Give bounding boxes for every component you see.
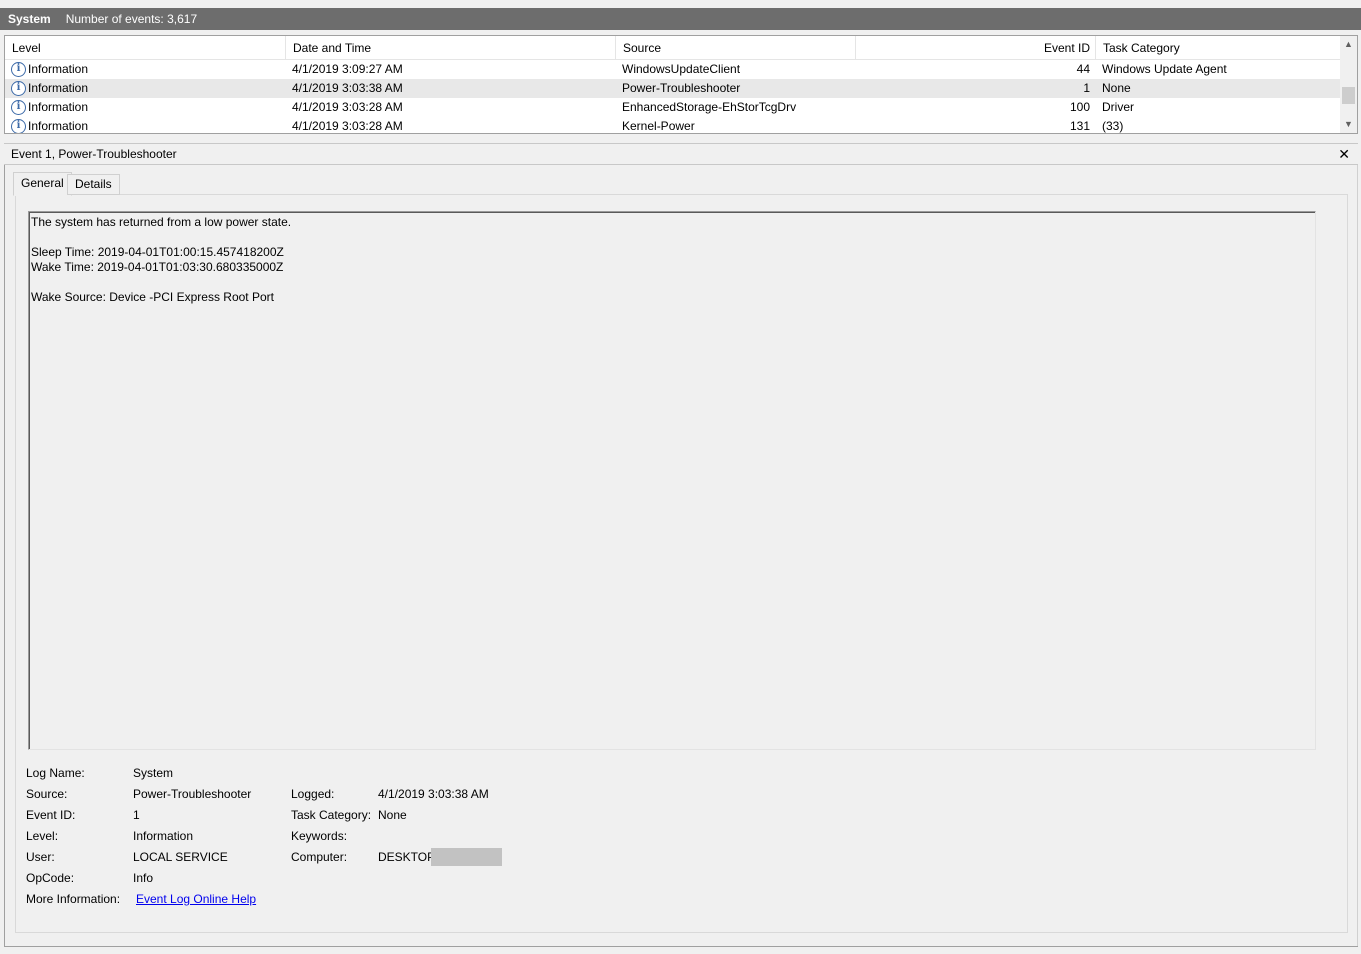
- information-icon: i: [11, 119, 26, 133]
- level-label: Level:: [26, 829, 59, 843]
- source-label: Source:: [26, 787, 68, 801]
- event-source: WindowsUpdateClient: [622, 62, 741, 76]
- event-datetime: 4/1/2019 3:03:28 AM: [292, 119, 403, 133]
- event-source: Power-Troubleshooter: [622, 81, 741, 95]
- computer-label: Computer:: [291, 850, 348, 864]
- event-id: 131: [1069, 119, 1090, 133]
- event-datetime: 4/1/2019 3:03:38 AM: [292, 81, 403, 95]
- opcode-label: OpCode:: [26, 871, 75, 885]
- event-id: 100: [1069, 100, 1090, 114]
- event-list[interactable]: Level Date and Time Source Event ID Task…: [4, 35, 1358, 134]
- event-task-category: Driver: [1102, 100, 1134, 114]
- event-detail-header: Event 1, Power-Troubleshooter ✕: [4, 143, 1358, 165]
- log-name-label: Log Name:: [26, 766, 85, 780]
- tab-details[interactable]: Details: [67, 174, 120, 195]
- level-value: Information: [133, 829, 194, 843]
- task-category-value: None: [378, 808, 407, 822]
- column-header-level[interactable]: Level: [5, 36, 286, 60]
- event-row-selected[interactable]: i Information 4/1/2019 3:03:38 AM Power-…: [5, 79, 1341, 98]
- scroll-up-icon[interactable]: ▲: [1340, 36, 1357, 53]
- event-detail-title: Event 1, Power-Troubleshooter: [11, 147, 177, 161]
- information-icon: i: [11, 81, 26, 96]
- user-label: User:: [26, 850, 55, 864]
- log-name: System: [8, 12, 51, 26]
- event-log-online-help-link[interactable]: Event Log Online Help: [136, 890, 256, 908]
- event-task-category: Windows Update Agent: [1102, 62, 1227, 76]
- event-list-header: Level Date and Time Source Event ID Task…: [5, 36, 1341, 60]
- task-category-label: Task Category:: [291, 808, 372, 822]
- event-list-scrollbar[interactable]: ▲ ▼: [1340, 36, 1357, 133]
- close-icon[interactable]: ✕: [1338, 144, 1350, 164]
- scroll-down-icon[interactable]: ▼: [1340, 116, 1357, 133]
- event-level: Information: [28, 100, 89, 114]
- event-count: Number of events: 3,617: [65, 12, 198, 26]
- event-id-label: Event ID:: [26, 808, 76, 822]
- column-header-source[interactable]: Source: [616, 36, 856, 60]
- scroll-thumb[interactable]: [1342, 87, 1355, 104]
- event-level: Information: [28, 119, 89, 133]
- redacted-computer-name: [431, 848, 502, 866]
- event-task-category: (33): [1102, 119, 1124, 133]
- event-source: Kernel-Power: [622, 119, 695, 133]
- event-id: 1: [1083, 81, 1090, 95]
- computer-value: DESKTOP-: [378, 850, 440, 864]
- event-source: EnhancedStorage-EhStorTcgDrv: [622, 100, 797, 114]
- logged-value: 4/1/2019 3:03:38 AM: [378, 787, 489, 801]
- event-datetime: 4/1/2019 3:09:27 AM: [292, 62, 403, 76]
- event-task-category: None: [1102, 81, 1131, 95]
- log-name-value: System: [133, 766, 174, 780]
- event-id-value: 1: [133, 808, 140, 822]
- event-datetime: 4/1/2019 3:03:28 AM: [292, 100, 403, 114]
- event-level: Information: [28, 62, 89, 76]
- column-header-date-time[interactable]: Date and Time: [286, 36, 616, 60]
- log-title-bar: System Number of events: 3,617: [0, 8, 1361, 30]
- column-header-task-category[interactable]: Task Category: [1096, 36, 1341, 60]
- more-information-label: More Information:: [26, 892, 121, 906]
- opcode-value: Info: [133, 871, 154, 885]
- logged-label: Logged:: [291, 787, 335, 801]
- user-value: LOCAL SERVICE: [133, 850, 228, 864]
- source-value: Power-Troubleshooter: [133, 787, 252, 801]
- event-description[interactable]: The system has returned from a low power…: [28, 211, 1316, 750]
- column-header-event-id[interactable]: Event ID: [856, 36, 1096, 60]
- event-row[interactable]: i Information 4/1/2019 3:03:28 AM Kernel…: [5, 117, 1341, 133]
- event-level: Information: [28, 81, 89, 95]
- event-row[interactable]: i Information 4/1/2019 3:03:28 AM Enhanc…: [5, 98, 1341, 117]
- event-id: 44: [1076, 62, 1090, 76]
- tab-general[interactable]: General: [13, 172, 72, 196]
- pane-bottom-border: [4, 946, 1358, 947]
- event-row[interactable]: i Information 4/1/2019 3:09:27 AM Window…: [5, 60, 1341, 79]
- keywords-label: Keywords:: [291, 829, 348, 843]
- information-icon: i: [11, 100, 26, 115]
- information-icon: i: [11, 62, 26, 77]
